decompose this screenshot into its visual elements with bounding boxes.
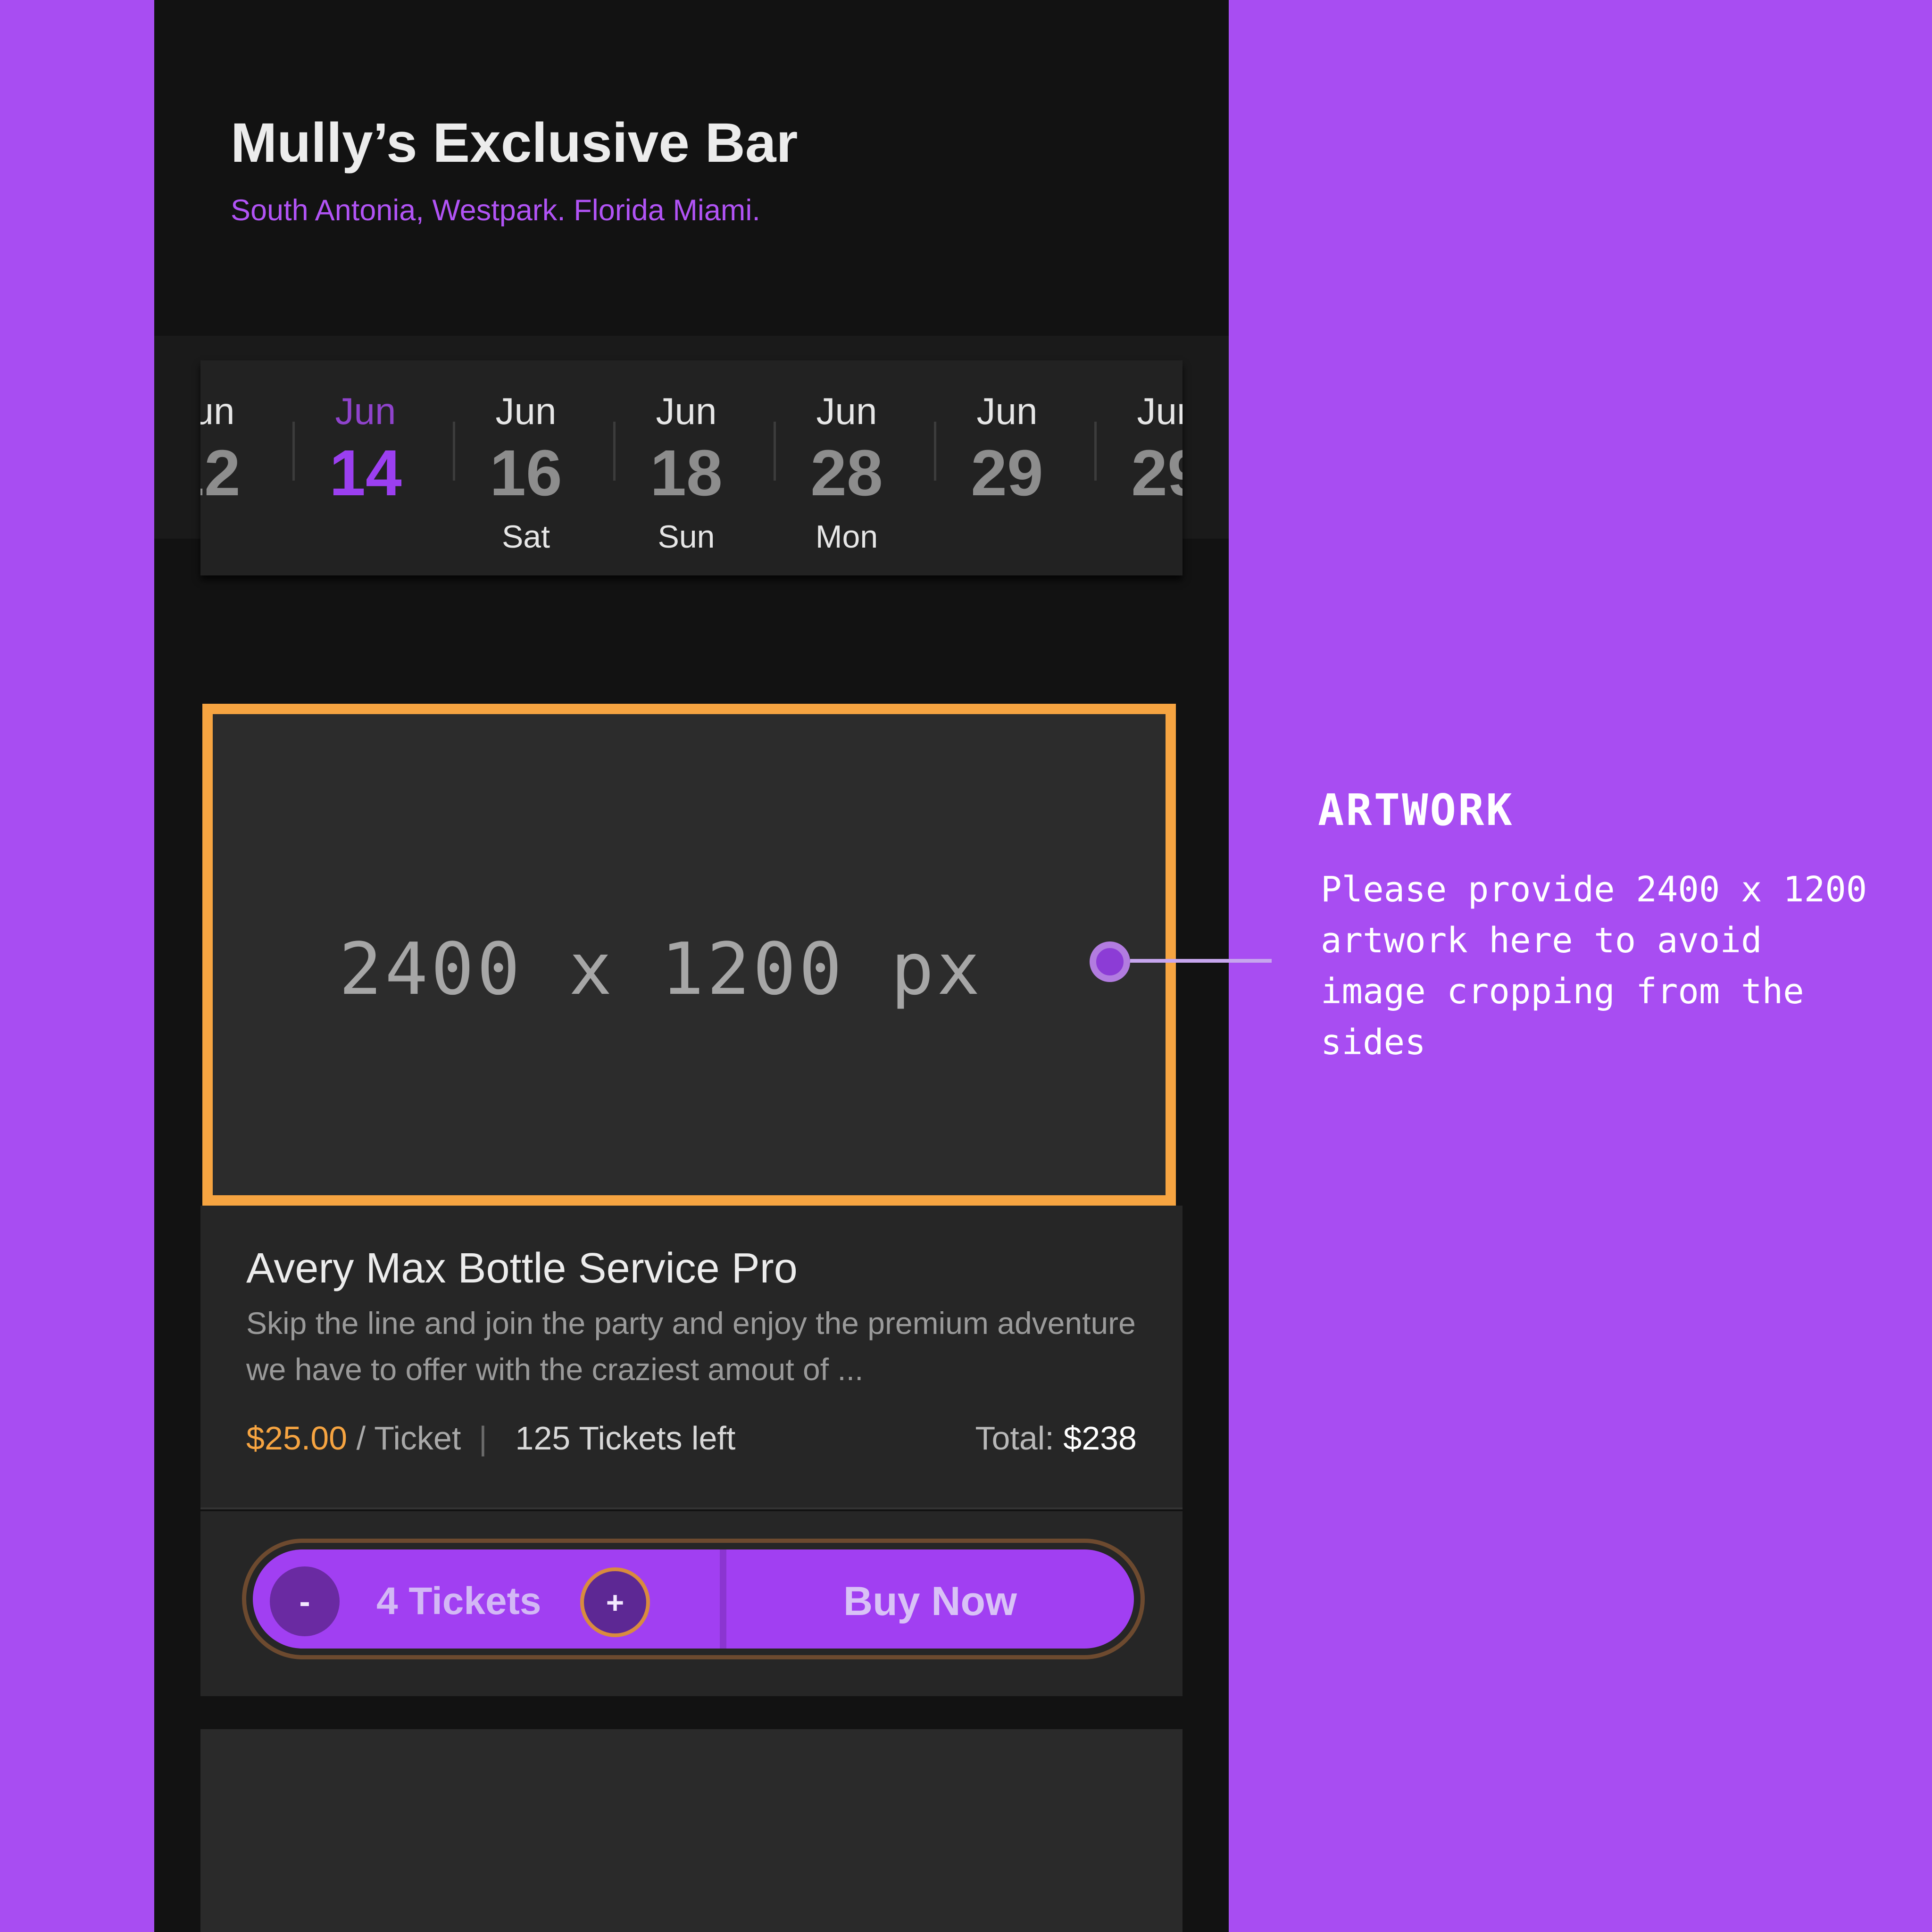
date-strip[interactable]: Jun 12 Jun 14 Jun 16 Sat Jun 18 Sun Jun …: [200, 360, 1183, 575]
date-weekday: Mon: [815, 519, 878, 555]
date-day: 16: [490, 437, 562, 509]
date-day: 18: [650, 437, 723, 509]
date-weekday: Sun: [658, 519, 715, 555]
next-ticket-card: [200, 1729, 1183, 1932]
artwork-size-label: 2400 x 1200 px: [339, 927, 983, 1011]
price-separator: |: [478, 1420, 487, 1457]
date-item-jun-28[interactable]: Jun 28 Mon: [766, 360, 927, 575]
date-day: 29: [971, 437, 1043, 509]
date-item-jun-16[interactable]: Jun 16 Sat: [446, 360, 606, 575]
date-item-jun-29-next[interactable]: Jun 29: [1087, 360, 1183, 575]
callout-line: [1130, 959, 1272, 963]
date-month: Jun: [976, 390, 1038, 432]
price-row: $25.00 / Ticket | 125 Tickets left Total…: [246, 1417, 1137, 1459]
date-day: 14: [329, 437, 402, 509]
date-month: Jun: [335, 390, 396, 432]
ticket-name: Avery Max Bottle Service Pro: [246, 1245, 798, 1292]
artwork-placeholder: 2400 x 1200 px: [202, 704, 1176, 1206]
tickets-left: 125 Tickets left: [515, 1420, 736, 1457]
date-weekday: Sat: [501, 519, 550, 555]
buy-now-button[interactable]: Buy Now: [726, 1549, 1134, 1649]
purchase-pill-fill: - 4 Tickets + Buy Now: [253, 1549, 1134, 1649]
ticket-price: $25.00: [246, 1420, 348, 1457]
decrease-tickets-button[interactable]: -: [270, 1566, 340, 1636]
date-item-jun-12[interactable]: Jun 12: [200, 360, 284, 575]
date-month: Jun: [1137, 390, 1183, 432]
annotation-title: ARTWORK: [1318, 785, 1514, 835]
total: Total: $238: [975, 1417, 1137, 1459]
date-item-jun-29[interactable]: Jun 29: [927, 360, 1087, 575]
venue-title: Mully’s Exclusive Bar: [231, 112, 798, 174]
card-divider: [200, 1507, 1183, 1509]
ticket-count: 4 Tickets: [376, 1580, 541, 1623]
ticket-card: Avery Max Bottle Service Pro Skip the li…: [200, 1206, 1183, 1509]
pill-divider: [720, 1549, 726, 1649]
date-item-jun-18[interactable]: Jun 18 Sun: [606, 360, 766, 575]
callout-dot-icon: [1090, 941, 1130, 982]
total-label: Total:: [975, 1420, 1054, 1457]
phone-screen: Mully’s Exclusive Bar South Antonia, Wes…: [154, 0, 1229, 1932]
purchase-pill: - 4 Tickets + Buy Now: [242, 1539, 1145, 1659]
date-day: 28: [810, 437, 883, 509]
date-item-jun-14[interactable]: Jun 14: [285, 360, 446, 575]
annotation-text: Please provide 2400 x 1200 artwork here …: [1321, 869, 1867, 1063]
venue-address: South Antonia, Westpark. Florida Miami.: [231, 194, 760, 227]
date-day: 29: [1131, 437, 1183, 509]
per-ticket-label: / Ticket: [356, 1420, 461, 1457]
ticket-description: Skip the line and join the party and enj…: [246, 1306, 1136, 1387]
date-day: 12: [200, 437, 241, 509]
date-month: Jun: [656, 390, 717, 432]
date-month: Jun: [816, 390, 877, 432]
increase-tickets-button[interactable]: +: [580, 1567, 650, 1637]
date-month: Jun: [200, 390, 235, 432]
purchase-bar: - 4 Tickets + Buy Now: [200, 1511, 1183, 1696]
date-month: Jun: [495, 390, 557, 432]
total-value: $238: [1063, 1420, 1137, 1457]
